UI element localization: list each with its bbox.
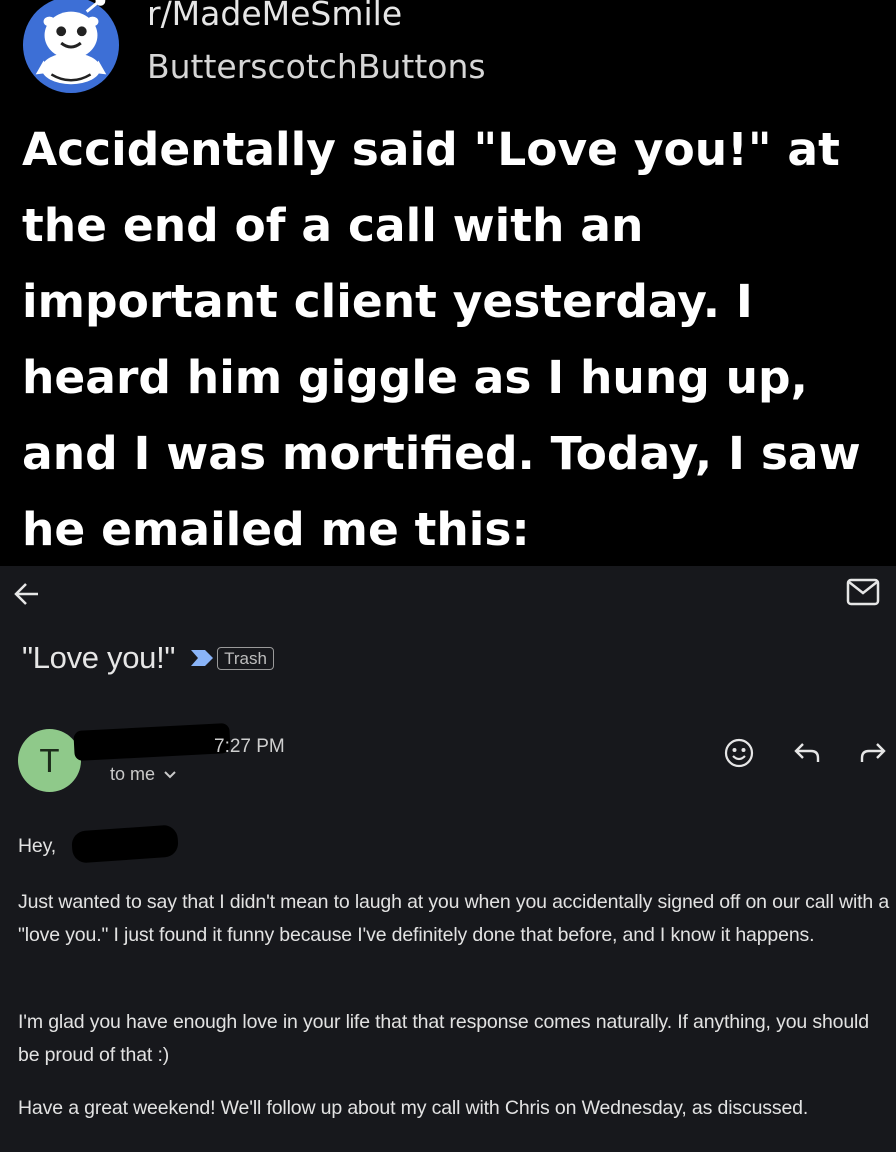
sender-avatar[interactable]: T [18,729,81,792]
subreddit-name[interactable]: r/MadeMeSmile [147,0,402,34]
emoji-reaction-icon[interactable] [724,738,754,768]
email-subject: "Love you!" [22,640,176,675]
email-paragraph: Just wanted to say that I didn't mean to… [18,891,890,946]
trash-label-chip[interactable]: Trash [217,646,274,670]
mail-icon[interactable] [846,578,880,606]
chevron-down-icon [164,770,176,778]
recipient-label: to me [110,764,156,784]
reply-icon[interactable] [793,740,823,764]
reddit-post: r/MadeMeSmile ButterscotchButtons Accide… [0,0,896,566]
email-paragraph: Have a great weekend! We'll follow up ab… [18,1097,809,1119]
post-title[interactable]: Accidentally said "Love you!" at the end… [22,112,882,568]
email-screenshot: "Love you!" Trash T 7:27 PM to me Hey, J… [0,566,896,1152]
back-arrow-icon[interactable] [12,580,42,608]
recipient-details-toggle[interactable]: to me [110,764,177,785]
redacted-sender-name [73,722,231,762]
forward-icon[interactable] [857,740,887,764]
email-paragraph: I'm glad you have enough love in your li… [18,1011,869,1066]
importance-marker-icon[interactable] [189,648,215,668]
subreddit-avatar-icon[interactable] [22,0,120,94]
email-time: 7:27 PM [214,736,285,757]
post-author[interactable]: ButterscotchButtons [147,47,486,87]
subject-row: "Love you!" Trash [22,636,274,680]
